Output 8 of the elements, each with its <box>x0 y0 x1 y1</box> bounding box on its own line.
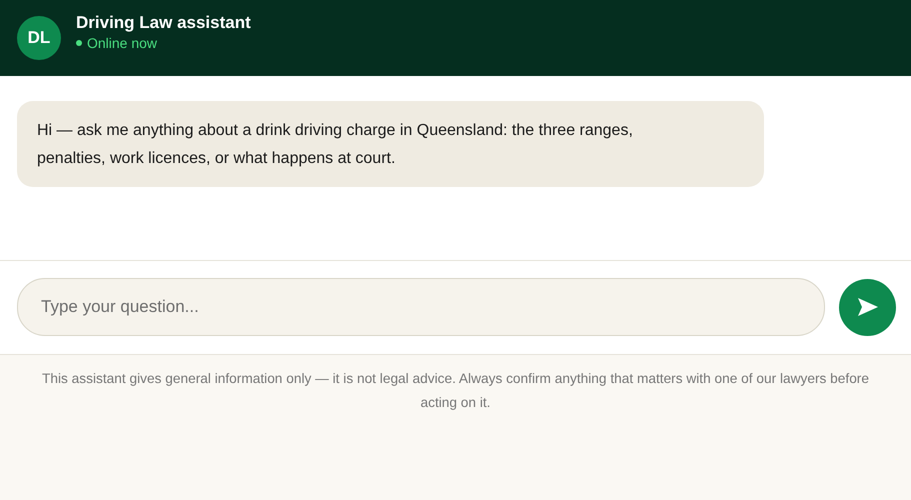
disclaimer-text: This assistant gives general information only — it is not legal advice. Always confirm anything that matters with one of our lawyers before acting on it. <box>41 370 870 412</box>
send-icon <box>858 298 878 316</box>
question-input-field[interactable]: Type your question... <box>17 278 825 336</box>
message-bubble: Hi — ask me anything about a drink driving charge in Queensland: the three ranges, penalties, work licences, or what happens at court. <box>17 101 764 187</box>
status-dot-icon <box>76 40 82 46</box>
status-text: Online now <box>87 35 158 51</box>
avatar: DL <box>17 16 61 60</box>
chat-title: Driving Law assistant <box>76 13 251 33</box>
